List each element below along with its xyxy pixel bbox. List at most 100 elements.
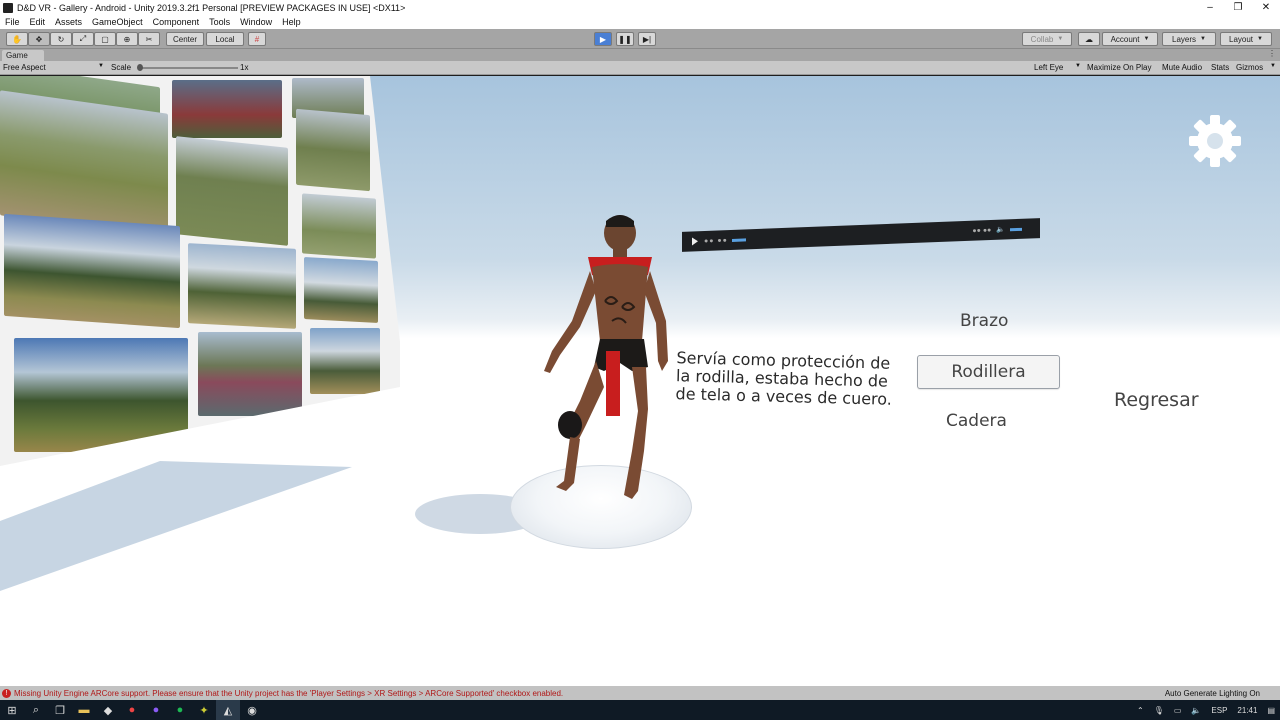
game-tab-bar: Game ⋮ (0, 49, 1280, 61)
error-icon: ! (2, 688, 11, 698)
rect-icon: ▢ (101, 34, 109, 44)
play-button[interactable]: ▶ (594, 32, 612, 46)
cloud-button[interactable]: ☁ (1078, 32, 1100, 46)
regresar-button[interactable]: Regresar (1114, 389, 1199, 411)
chevron-down-icon: ▼ (98, 63, 104, 69)
collab-dropdown[interactable]: Collab ▼ (1022, 32, 1072, 46)
maximize-on-play-toggle[interactable]: Maximize On Play (1087, 63, 1151, 72)
menu-file[interactable]: File (0, 17, 25, 27)
speaker-icon[interactable]: 🔈 (1191, 706, 1201, 715)
gallery-photo (4, 213, 180, 329)
wall-shadow (0, 461, 352, 591)
network-icon[interactable]: ▭ (1174, 706, 1182, 715)
scale-slider-handle[interactable] (137, 64, 143, 71)
layout-dropdown[interactable]: Layout ▼ (1220, 32, 1272, 46)
scale-tool-button[interactable]: ⤢ (72, 32, 94, 46)
account-dropdown[interactable]: Account ▼ (1102, 32, 1158, 46)
windows-start-icon[interactable]: ⊞ (0, 700, 24, 720)
menu-tools[interactable]: Tools (204, 17, 235, 27)
video-duration-icon: ●● ●● (972, 226, 992, 235)
notification-icon[interactable]: ▤ (1267, 706, 1275, 715)
snap-button[interactable]: # (248, 32, 266, 46)
brazo-button[interactable]: Brazo (960, 311, 1008, 331)
menu-window[interactable]: Window (235, 17, 277, 27)
spotify-icon[interactable]: ● (168, 700, 192, 720)
stats-toggle[interactable]: Stats (1211, 63, 1229, 72)
hand-tool-button[interactable]: ✋ (6, 32, 28, 46)
rotate-tool-button[interactable]: ↻ (50, 32, 72, 46)
transform-tool-button[interactable]: ⊕ (116, 32, 138, 46)
error-message: Missing Unity Engine ARCore support. Ple… (14, 688, 564, 698)
game-viewport[interactable]: ●● ●● ●● ●● 🔈 Servía como protección de … (0, 76, 1280, 686)
steam-icon[interactable]: ◆ (96, 700, 120, 720)
scale-icon: ⤢ (79, 34, 87, 43)
grid-icon: # (254, 34, 260, 44)
move-tool-button[interactable]: ✥ (28, 32, 50, 46)
volume-icon[interactable]: 🔈 (996, 225, 1005, 233)
cadera-button[interactable]: Cadera (946, 411, 1007, 431)
maximize-button[interactable]: ❐ (1224, 0, 1252, 15)
gallery-photo (310, 328, 380, 394)
video-progress[interactable] (731, 237, 746, 242)
unity-taskbar-icon[interactable]: ◭ (216, 700, 240, 720)
video-play-icon[interactable] (692, 237, 698, 246)
menu-help[interactable]: Help (277, 17, 306, 27)
search-icon[interactable]: ⌕ (24, 700, 48, 720)
pause-button[interactable]: ❚❚ (616, 32, 634, 46)
menu-gameobject[interactable]: GameObject (87, 17, 148, 27)
app-icon[interactable]: ✦ (192, 700, 216, 720)
layers-dropdown[interactable]: Layers ▼ (1162, 32, 1216, 46)
chevron-down-icon: ▼ (1270, 63, 1276, 69)
pause-icon: ❚❚ (618, 34, 632, 44)
task-view-icon[interactable]: ❐ (48, 700, 72, 720)
console-status-bar[interactable]: ! Missing Unity Engine ARCore support. P… (0, 686, 1280, 700)
minimize-button[interactable]: – (1196, 0, 1224, 15)
eye-dropdown[interactable]: Left Eye (1034, 63, 1063, 72)
menu-edit[interactable]: Edit (25, 17, 51, 27)
layout-label: Layout (1229, 34, 1254, 44)
menu-bar: File Edit Assets GameObject Component To… (0, 15, 1280, 29)
gallery-photo (198, 332, 302, 416)
pivot-toggle[interactable]: Center (166, 32, 204, 46)
obs-icon[interactable]: ◉ (240, 700, 264, 720)
gallery-photo (172, 80, 282, 138)
collab-label: Collab (1030, 34, 1054, 44)
chevron-up-icon[interactable]: ⌃ (1137, 706, 1144, 715)
discord-icon[interactable]: ● (144, 700, 168, 720)
rotate-icon: ↻ (57, 34, 65, 44)
yandex-icon[interactable]: ● (120, 700, 144, 720)
close-button[interactable]: ✕ (1252, 0, 1280, 15)
system-tray: ⌃ 🎙 ▭ 🔈 ESP 21:41 ▤ (1132, 700, 1280, 720)
file-explorer-icon[interactable]: ▬ (72, 700, 96, 720)
volume-slider[interactable] (1010, 227, 1022, 231)
rect-tool-button[interactable]: ▢ (94, 32, 116, 46)
language-indicator[interactable]: ESP (1211, 706, 1227, 715)
game-view-toolbar: Free Aspect ▼ Scale 1x Left Eye ▼ Maximi… (0, 61, 1280, 75)
settings-gear-icon[interactable] (1188, 114, 1242, 168)
scale-slider-track[interactable] (138, 67, 238, 69)
clock[interactable]: 21:41 (1237, 706, 1257, 715)
windows-taskbar: ⊞ ⌕ ❐ ▬ ◆ ● ● ● ✦ ◭ ◉ ⌃ 🎙 ▭ 🔈 ESP 21:41 … (0, 700, 1280, 720)
rodillera-button[interactable]: Rodillera (917, 355, 1060, 389)
mute-audio-toggle[interactable]: Mute Audio (1162, 63, 1202, 72)
space-toggle[interactable]: Local (206, 32, 244, 46)
more-options-icon[interactable]: ⋮ (1268, 49, 1276, 58)
gallery-photo (188, 243, 296, 329)
menu-component[interactable]: Component (148, 17, 205, 27)
gizmos-dropdown[interactable]: Gizmos (1236, 63, 1263, 72)
lighting-status: Auto Generate Lighting On (1164, 688, 1260, 698)
step-button[interactable]: ▶| (638, 32, 656, 46)
step-icon: ▶| (642, 34, 652, 44)
photo-gallery-wall (0, 76, 400, 466)
tab-game[interactable]: Game (2, 50, 44, 61)
menu-assets[interactable]: Assets (50, 17, 87, 27)
chevron-down-icon: ▼ (1075, 63, 1081, 69)
microphone-icon[interactable]: 🎙 (1154, 706, 1164, 715)
aspect-dropdown[interactable]: Free Aspect (3, 63, 46, 72)
gallery-photo (304, 257, 378, 323)
warrior-character-model[interactable] (520, 211, 680, 501)
main-toolbar: ✋ ✥ ↻ ⤢ ▢ ⊕ ✂ Center Local # ▶ ❚❚ ▶| Col… (0, 29, 1280, 49)
video-player-bar[interactable]: ●● ●● ●● ●● 🔈 (682, 218, 1040, 252)
transform-icon: ⊕ (123, 34, 131, 44)
custom-tool-button[interactable]: ✂ (138, 32, 160, 46)
